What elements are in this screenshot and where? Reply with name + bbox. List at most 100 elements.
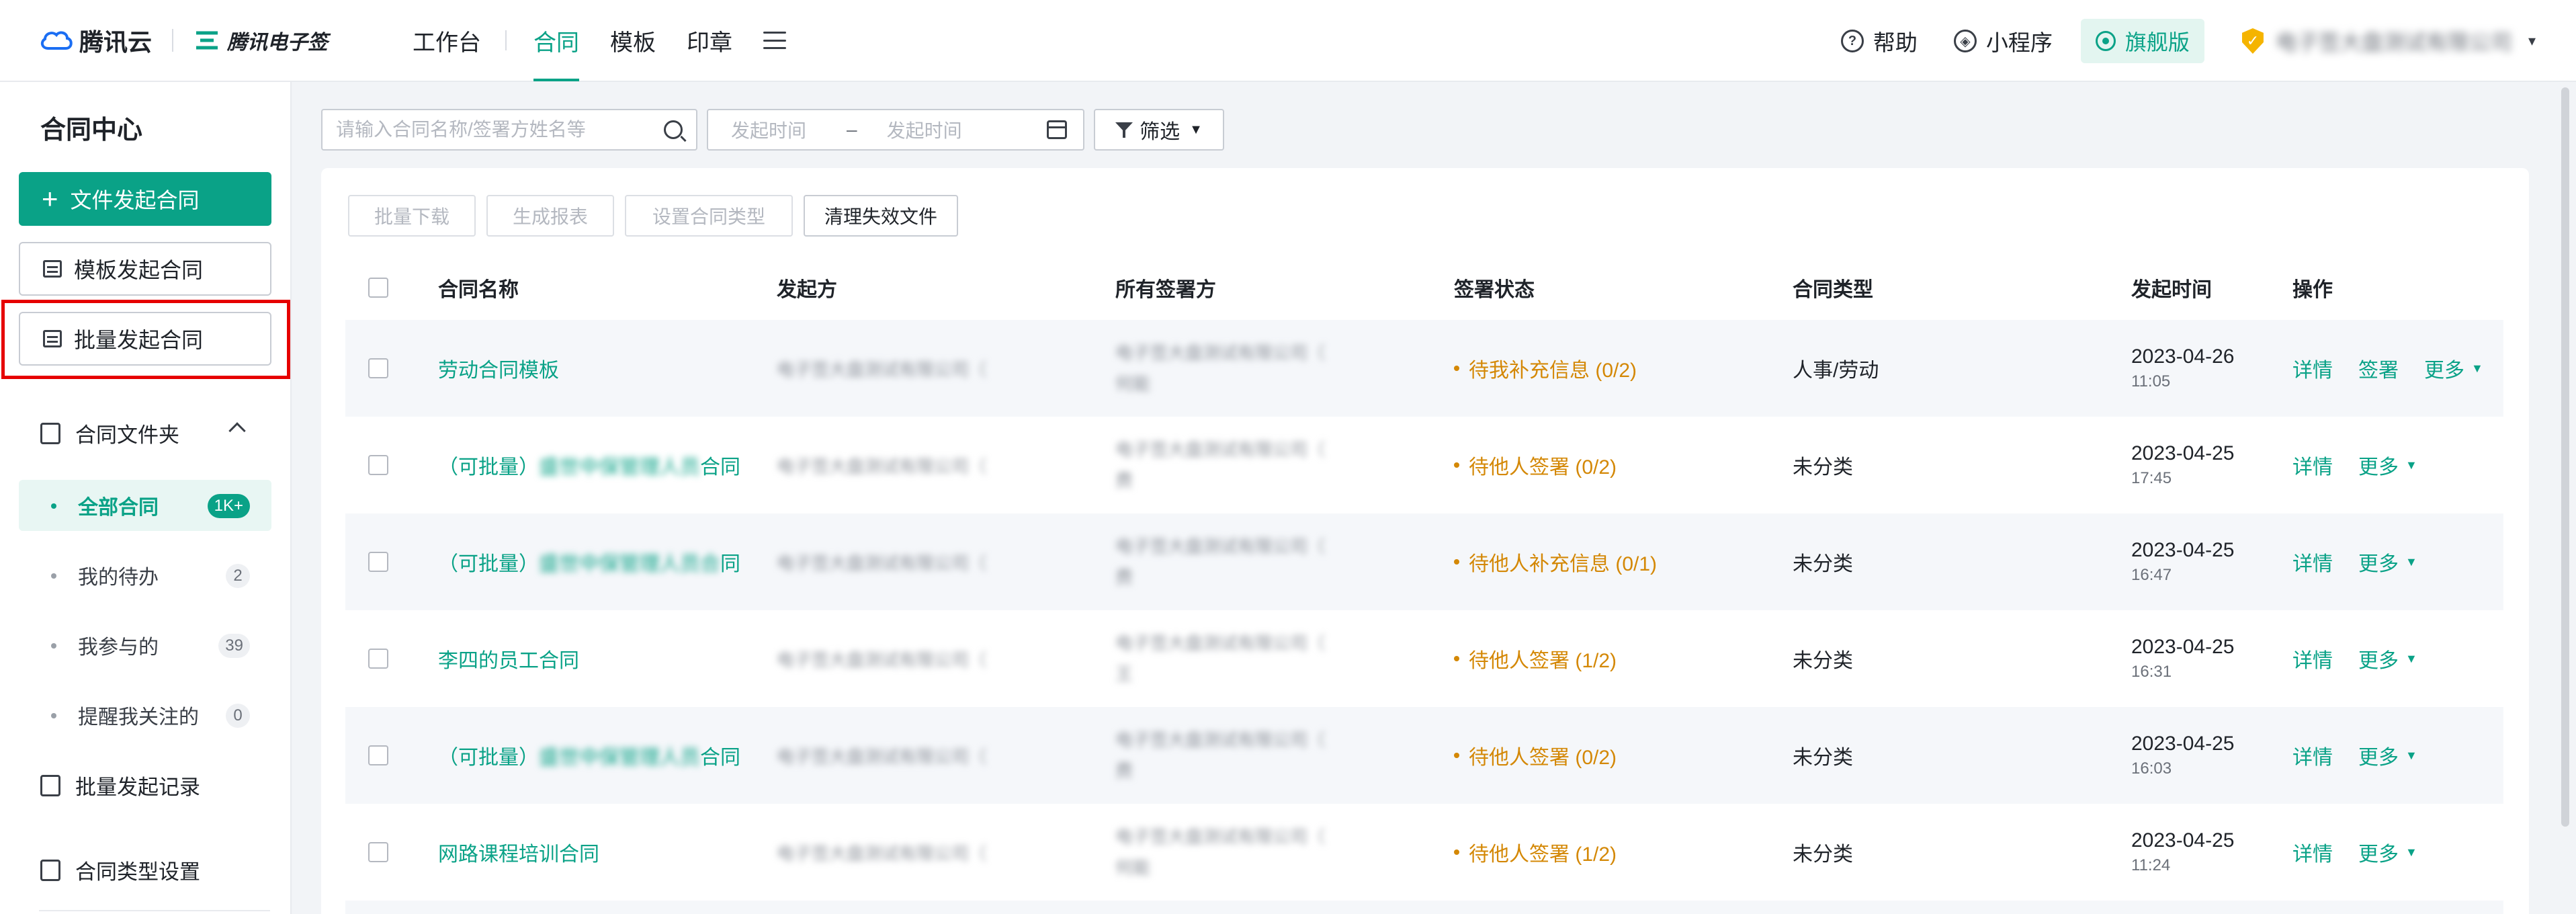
count-badge: 0 bbox=[226, 704, 250, 728]
start-date: 2023-04-25 bbox=[2131, 442, 2235, 464]
search-box[interactable] bbox=[321, 109, 697, 151]
detail-link[interactable]: 详情 bbox=[2292, 741, 2333, 770]
nav-workbench[interactable]: 工作台 bbox=[413, 0, 481, 81]
search-input[interactable] bbox=[336, 119, 664, 140]
row-actions: 详情 更多 ▼ bbox=[2292, 547, 2503, 577]
start-date: 2023-04-25 bbox=[2131, 733, 2235, 755]
row-select-cell bbox=[345, 745, 438, 765]
contract-name-link[interactable]: 网路课程培训合同 bbox=[438, 837, 777, 867]
row-checkbox[interactable] bbox=[368, 552, 388, 572]
contract-name-link[interactable]: （可批量）盛世中保管理人员合同 bbox=[438, 741, 777, 770]
date-separator: – bbox=[847, 119, 857, 140]
contract-type-settings-link[interactable]: 合同类型设置 bbox=[40, 855, 200, 885]
help-button[interactable]: ? 帮助 bbox=[1840, 25, 1918, 57]
row-checkbox[interactable] bbox=[368, 649, 388, 669]
row-actions: 详情 更多 ▼ bbox=[2292, 741, 2503, 770]
more-menu[interactable]: 更多 ▼ bbox=[2358, 547, 2417, 577]
batch-records-link[interactable]: 批量发起记录 bbox=[40, 770, 200, 800]
more-menu[interactable]: 更多 ▼ bbox=[2424, 354, 2483, 383]
sidebar: 合同中心 + 文件发起合同 模板发起合同 批量发起合同 合同文件夹 全部合同 1… bbox=[0, 82, 292, 914]
calendar-icon[interactable] bbox=[1047, 120, 1067, 139]
esign-logo[interactable]: 腾讯电子签 bbox=[194, 26, 328, 55]
start-date: 2023-04-26 bbox=[2131, 345, 2235, 368]
row-checkbox[interactable] bbox=[368, 455, 388, 475]
contract-type: 未分类 bbox=[1793, 456, 1853, 479]
batch-download-button[interactable]: 批量下载 bbox=[348, 195, 476, 237]
search-icon[interactable] bbox=[664, 120, 683, 139]
contract-name-link[interactable]: 劳动合同模板 bbox=[438, 354, 777, 383]
filter-button[interactable]: 筛选 ▼ bbox=[1094, 109, 1224, 151]
nav-templates[interactable]: 模板 bbox=[610, 0, 656, 81]
start-date: 2023-04-25 bbox=[2131, 539, 2235, 561]
nav-contracts[interactable]: 合同 bbox=[533, 0, 580, 81]
sidebar-item-participated[interactable]: 我参与的 39 bbox=[19, 620, 271, 671]
compass-icon: ◈ bbox=[1953, 30, 1977, 52]
row-checkbox[interactable] bbox=[368, 842, 388, 862]
set-contract-type-button[interactable]: 设置合同类型 bbox=[625, 195, 793, 237]
table-header: 合同名称 发起方 所有签署方 签署状态 合同类型 发起时间 操作 bbox=[345, 255, 2503, 320]
generate-report-button[interactable]: 生成报表 bbox=[486, 195, 614, 237]
layers-icon bbox=[40, 859, 60, 881]
verified-shield-icon: ✓ bbox=[2241, 28, 2264, 54]
nav-workbench-label: 工作台 bbox=[413, 30, 482, 56]
date-end-placeholder[interactable]: 发起时间 bbox=[887, 116, 962, 143]
account-name: 电子签大盘测试有限公司 bbox=[2275, 30, 2512, 54]
row-checkbox[interactable] bbox=[368, 358, 388, 378]
detail-link[interactable]: 详情 bbox=[2292, 644, 2333, 673]
sidebar-item-label: 提醒我关注的 bbox=[78, 706, 199, 729]
sidebar-item-reminders[interactable]: 提醒我关注的 0 bbox=[19, 690, 271, 741]
tencent-cloud-logo[interactable]: 腾讯云 bbox=[39, 23, 152, 58]
more-menu[interactable]: 更多 ▼ bbox=[2358, 741, 2417, 770]
detail-link[interactable]: 详情 bbox=[2292, 837, 2333, 867]
filter-label: 筛选 bbox=[1140, 121, 1180, 143]
status-badge: 待我补充信息 (0/2) bbox=[1454, 354, 1793, 383]
row-select-cell bbox=[345, 358, 438, 378]
top-bar: 腾讯云 腾讯电子签 工作台 合同 模板 印章 ? 帮助 ◈ 小程序 旗舰版 ✓ … bbox=[0, 0, 2576, 82]
sidebar-item-all-contracts[interactable]: 全部合同 1K+ bbox=[19, 480, 271, 531]
folder-icon bbox=[40, 422, 60, 444]
table-row: （可批量）盛世中保管理人员合同 电子签大盘测试有限公司（ 电子签大盘测试有限公司… bbox=[345, 513, 2503, 610]
contract-name-link[interactable]: 李四的员工合同 bbox=[438, 644, 777, 673]
header-ops: 操作 bbox=[2292, 279, 2333, 301]
sign-link[interactable]: 签署 bbox=[2358, 354, 2399, 383]
sidebar-item-my-todo[interactable]: 我的待办 2 bbox=[19, 550, 271, 601]
clear-invalid-files-button[interactable]: 清理失效文件 bbox=[804, 195, 958, 237]
cloud-icon bbox=[40, 31, 73, 50]
row-checkbox[interactable] bbox=[368, 745, 388, 765]
more-menu[interactable]: 更多 ▼ bbox=[2358, 644, 2417, 673]
detail-link[interactable]: 详情 bbox=[2292, 547, 2333, 577]
start-time: 2023-04-25 11:24 bbox=[2131, 829, 2292, 875]
file-start-contract-button[interactable]: + 文件发起合同 bbox=[19, 172, 271, 226]
vertical-scrollbar[interactable] bbox=[2561, 87, 2569, 827]
signer-line: 电子签大盘测试有限公司（ bbox=[1115, 730, 1326, 750]
edition-badge[interactable]: 旗舰版 bbox=[2080, 19, 2204, 63]
select-all-checkbox[interactable] bbox=[368, 278, 388, 298]
header-initiator: 发起方 bbox=[777, 279, 837, 301]
detail-link[interactable]: 详情 bbox=[2292, 354, 2333, 383]
contract-name-link[interactable]: （可批量）盛世中保管理人员合同 bbox=[438, 547, 777, 577]
more-menu[interactable]: 更多 ▼ bbox=[2358, 450, 2417, 480]
detail-link[interactable]: 详情 bbox=[2292, 450, 2333, 480]
more-menu[interactable]: 更多 ▼ bbox=[2358, 837, 2417, 867]
count-badge: 2 bbox=[226, 564, 250, 588]
menu-icon[interactable] bbox=[763, 32, 787, 49]
chevron-up-icon[interactable] bbox=[228, 422, 246, 440]
row-select-cell bbox=[345, 552, 438, 572]
row-select-cell bbox=[345, 455, 438, 475]
contract-name-link[interactable]: （可批量）盛世中保管理人员合同 bbox=[438, 450, 777, 480]
template-start-contract-button[interactable]: 模板发起合同 bbox=[19, 242, 271, 296]
name-redacted: 盛世中保管理人员合 bbox=[539, 553, 720, 575]
mini-program-button[interactable]: ◈ 小程序 bbox=[1953, 25, 2053, 57]
sidebar-item-label: 我参与的 bbox=[78, 636, 159, 659]
date-start-placeholder[interactable]: 发起时间 bbox=[731, 116, 806, 143]
contract-folder-toggle[interactable]: 合同文件夹 bbox=[40, 418, 179, 448]
account-switcher[interactable]: ✓ 电子签大盘测试有限公司 ▾ bbox=[2241, 26, 2536, 56]
start-time: 2023-04-25 17:45 bbox=[2131, 442, 2292, 488]
row-actions: 详情 更多 ▼ bbox=[2292, 450, 2503, 480]
nav-seals[interactable]: 印章 bbox=[687, 0, 732, 81]
signer-line: 费 bbox=[1115, 761, 1133, 781]
template-start-label: 模板发起合同 bbox=[74, 258, 204, 282]
name-redacted: 盛世中保管理人员 bbox=[539, 747, 700, 769]
date-range-picker[interactable]: 发起时间 – 发起时间 bbox=[707, 109, 1084, 151]
signer-line: 费 bbox=[1115, 567, 1133, 587]
